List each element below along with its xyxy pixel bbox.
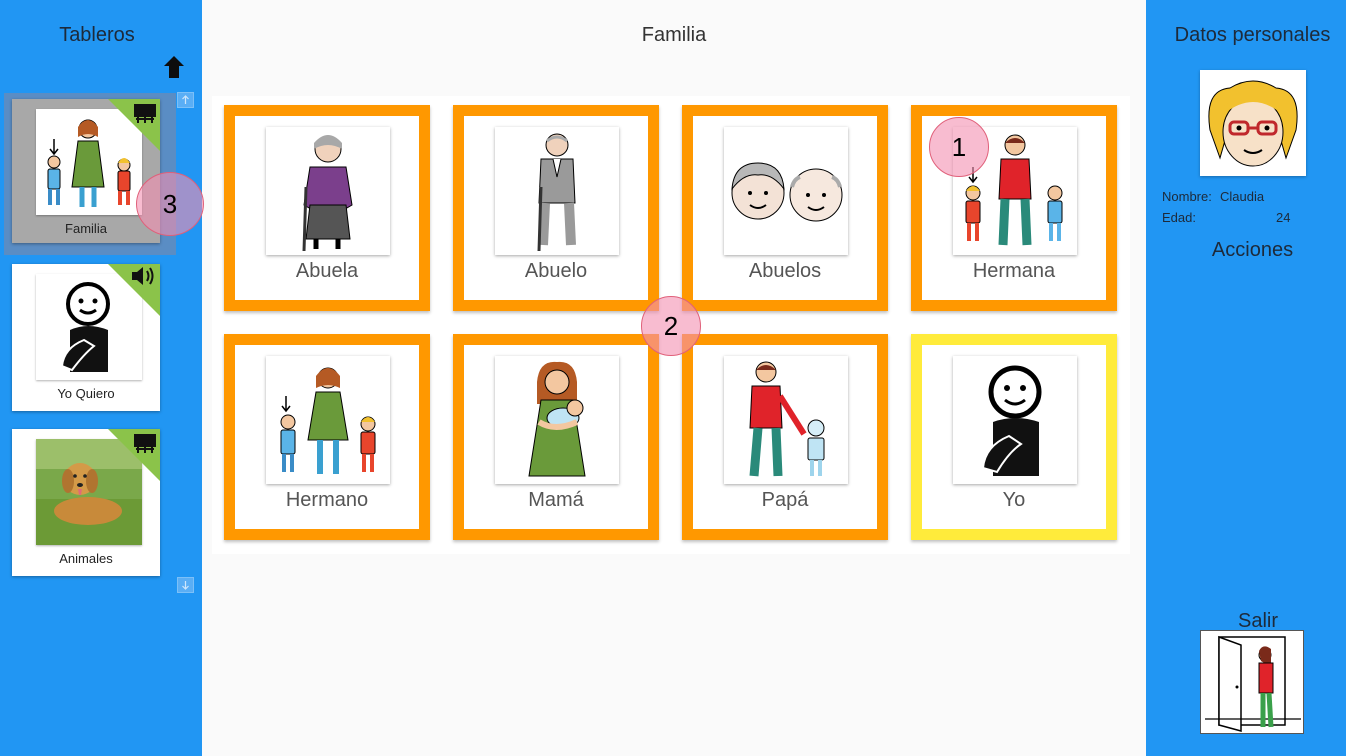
board-animales-tag [108,429,160,481]
card-abuelos[interactable]: Abuelos [682,105,888,311]
card-mama-label: Mamá [528,489,584,511]
mama-pictogram [495,356,619,484]
board-yo-quiero[interactable]: Yo Quiero [12,264,160,411]
card-abuelo[interactable]: Abuelo [453,105,659,311]
step-marker-1: 1 [929,117,989,177]
edad-label: Edad: [1162,210,1196,225]
board-familia-tag [108,99,160,151]
step-marker-2: 2 [641,296,701,356]
card-abuela[interactable]: Abuela [224,105,430,311]
nombre-label: Nombre: [1162,189,1212,204]
yo-pictogram [953,356,1077,484]
papa-pictogram [724,356,848,484]
board-animales[interactable]: Animales [12,429,160,576]
abuela-pictogram [266,127,390,255]
exit-button[interactable] [1200,630,1304,734]
up-arrow-icon[interactable] [162,54,186,80]
edad-value: 24 [1276,210,1291,225]
window-edge [1346,0,1350,756]
card-mama[interactable]: Mamá [453,334,659,540]
board-animales-label: Animales [59,551,113,566]
abuelos-pictogram [724,127,848,255]
board-yo-quiero-tag [108,264,160,316]
card-abuela-label: Abuela [295,260,359,282]
acciones-heading: Acciones [1211,239,1294,261]
scroll-down-button[interactable] [177,577,194,593]
board-familia[interactable]: Familia [12,99,160,243]
card-abuelo-label: Abuelo [524,260,588,282]
card-yo-label: Yo [1002,489,1026,511]
scroll-up-button[interactable] [177,92,194,108]
card-hermana-label: Hermana [972,260,1056,282]
card-abuelos-label: Abuelos [748,260,822,282]
personal-data-title: Datos personales [1174,24,1331,46]
card-papa-label: Papá [761,489,809,511]
card-yo[interactable]: Yo [911,334,1117,540]
user-avatar [1200,70,1306,176]
boards-sidebar: Tableros Familia Yo Quiero Animales [0,0,202,756]
board-familia-label: Familia [65,221,107,236]
board-yo-quiero-label: Yo Quiero [57,386,115,401]
exit-door-icon [1205,635,1301,732]
boards-title: Tableros [59,24,135,46]
personal-data-sidebar: Datos personales Nombre: Claudia Edad: 2… [1146,0,1346,756]
step-marker-3: 3 [136,172,204,236]
nombre-value: Claudia [1220,189,1265,204]
card-hermano[interactable]: Hermano [224,334,430,540]
card-papa[interactable]: Papá [682,334,888,540]
board-title: Familia [641,24,707,46]
hermano-pictogram [266,356,390,484]
card-hermano-label: Hermano [285,489,369,511]
abuelo-pictogram [495,127,619,255]
